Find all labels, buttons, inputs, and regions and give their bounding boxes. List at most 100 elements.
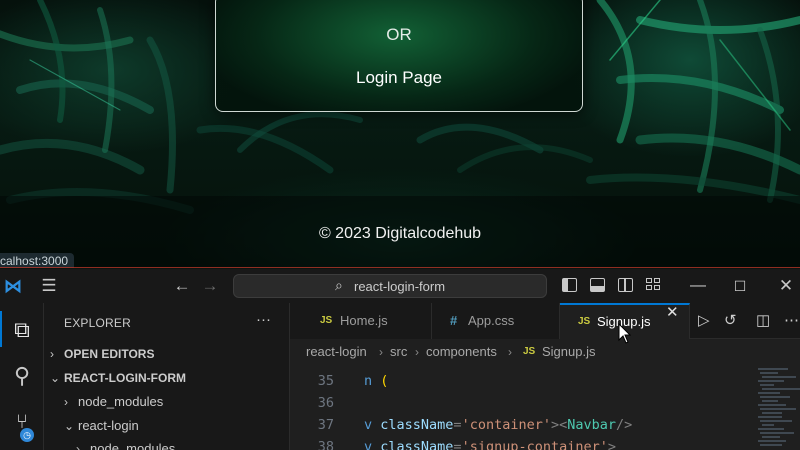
menu-icon[interactable]: ☰ [38, 269, 60, 303]
code-text: n ( [364, 371, 388, 391]
login-card: OR Login Page [215, 0, 583, 112]
toggle-panel-icon[interactable] [590, 278, 605, 292]
code-token: className [380, 439, 454, 450]
code-token: = [453, 439, 462, 450]
back-arrow-icon[interactable]: ← [172, 269, 192, 303]
minimap[interactable] [754, 364, 800, 450]
login-page-link[interactable]: Login Page [216, 68, 582, 88]
minimap-line [762, 424, 774, 426]
timeline-icon[interactable]: ↺ [724, 303, 737, 339]
more-actions-icon[interactable]: ··· [256, 311, 271, 328]
editor-tabs: JS Home.js # App.css JS Signup.js ✕ ▷ ↺ … [290, 303, 800, 339]
css-file-icon: # [450, 313, 458, 328]
chevron-right-icon: › [76, 442, 80, 450]
code-line[interactable]: 37 v className='container'><Navbar/> [290, 415, 750, 435]
vscode-window: ⋈ ☰ ← → ⌕ react-login-form — ☐ ✕ ⧉ ⚲ ⑂ ◷… [0, 269, 800, 450]
tree-item-label: node_modules [78, 394, 164, 409]
close-tab-icon[interactable]: ✕ [666, 303, 679, 321]
tab-label: App.css [468, 313, 515, 328]
tree-item-label: react-login [78, 418, 139, 433]
tree-item-open-editors[interactable]: › OPEN EDITORS [44, 343, 290, 365]
toggle-secondary-sidebar-icon[interactable] [618, 278, 633, 292]
code-token: >< [550, 417, 568, 433]
minimap-line [762, 376, 796, 378]
customize-layout-icon[interactable] [646, 278, 661, 292]
js-file-icon: JS [578, 316, 591, 327]
browser-viewport: OR Login Page © 2023 Digitalcodehub calh… [0, 0, 800, 268]
breadcrumb-item[interactable]: components [426, 340, 497, 364]
code-text: v className='signup-container'> [364, 437, 616, 450]
minimap-line [758, 416, 782, 418]
split-editor-icon[interactable]: ◫ [756, 303, 770, 339]
line-number: 37 [317, 417, 334, 433]
vscode-logo-icon: ⋈ [4, 276, 22, 296]
code-token: = [453, 417, 462, 433]
minimap-line [762, 412, 782, 414]
tree-item-label: REACT-LOGIN-FORM [64, 371, 186, 385]
command-center-search[interactable]: ⌕ react-login-form [233, 274, 547, 298]
search-icon: ⌕ [335, 277, 343, 293]
minimap-line [758, 440, 786, 442]
tree-item-node-modules-nested[interactable]: › node_modules [44, 438, 290, 450]
code-token: n [364, 373, 381, 389]
tab-label: Home.js [340, 313, 388, 328]
minimap-line [758, 404, 786, 406]
run-icon[interactable]: ▷ [698, 303, 710, 339]
code-token: 'signup-container' [461, 439, 608, 450]
editor-area: JS Home.js # App.css JS Signup.js ✕ ▷ ↺ … [290, 303, 800, 450]
explorer-sidebar: EXPLORER ··· › OPEN EDITORS ⌄ REACT-LOGI… [44, 303, 290, 450]
code-line[interactable]: 35 n ( [290, 371, 750, 391]
clock-badge-icon: ◷ [20, 428, 34, 442]
mouse-cursor-icon [618, 323, 631, 344]
minimap-line [758, 368, 788, 370]
chevron-down-icon: ⌄ [50, 371, 61, 385]
close-window-icon[interactable]: ✕ [776, 269, 796, 303]
breadcrumb: react-login › src › components › JS Sign… [290, 340, 800, 364]
code-text: v className='container'><Navbar/> [364, 415, 632, 435]
code-token: className [380, 417, 454, 433]
chevron-right-icon: › [50, 347, 54, 361]
window-divider [0, 267, 800, 268]
minimap-line [760, 444, 782, 446]
code-token: > [607, 439, 617, 450]
tree-item-react-login[interactable]: ⌄ react-login [44, 415, 290, 437]
tab-app-css[interactable]: # App.css [432, 303, 560, 339]
more-actions-icon[interactable]: ⋯ [784, 303, 799, 339]
code-token: v [364, 417, 381, 433]
title-bar: ⋈ ☰ ← → ⌕ react-login-form — ☐ ✕ [0, 269, 800, 303]
chevron-right-icon: › [64, 395, 68, 409]
status-bar-url: calhost:3000 [0, 253, 75, 268]
tab-home-js[interactable]: JS Home.js [290, 303, 432, 339]
breadcrumb-item[interactable]: src [390, 340, 407, 364]
js-file-icon: JS [523, 346, 536, 357]
minimap-line [760, 384, 774, 386]
tree-item-react-login-form[interactable]: ⌄ REACT-LOGIN-FORM [44, 367, 290, 389]
explorer-icon[interactable]: ⧉ [0, 317, 44, 343]
line-number: 35 [317, 373, 334, 389]
minimize-icon[interactable]: — [688, 269, 708, 303]
explorer-title: EXPLORER [64, 316, 131, 330]
minimap-line [762, 436, 780, 438]
breadcrumb-item[interactable]: Signup.js [542, 340, 595, 364]
chevron-down-icon: ⌄ [64, 419, 75, 433]
breadcrumb-item[interactable]: react-login [306, 340, 367, 364]
toggle-sidebar-icon[interactable] [562, 278, 577, 292]
minimap-line [762, 388, 800, 390]
or-divider-text: OR [386, 25, 412, 44]
code-line[interactable]: 38 v className='signup-container'> [290, 437, 750, 450]
code-line[interactable]: 36 [290, 393, 750, 413]
tree-item-label: OPEN EDITORS [64, 347, 155, 361]
minimap-line [760, 420, 792, 422]
line-number: 36 [317, 395, 334, 411]
minimap-line [758, 392, 780, 394]
line-number: 38 [317, 439, 334, 450]
forward-arrow-icon[interactable]: → [200, 269, 220, 303]
search-text: react-login-form [354, 279, 446, 294]
maximize-icon[interactable]: ☐ [730, 269, 750, 303]
chevron-right-icon: › [508, 345, 512, 359]
chevron-right-icon: › [415, 345, 419, 359]
search-icon[interactable]: ⚲ [0, 363, 44, 389]
footer-copyright: © 2023 Digitalcodehub [318, 225, 482, 242]
minimap-line [760, 432, 794, 434]
tree-item-node-modules[interactable]: › node_modules [44, 391, 290, 413]
